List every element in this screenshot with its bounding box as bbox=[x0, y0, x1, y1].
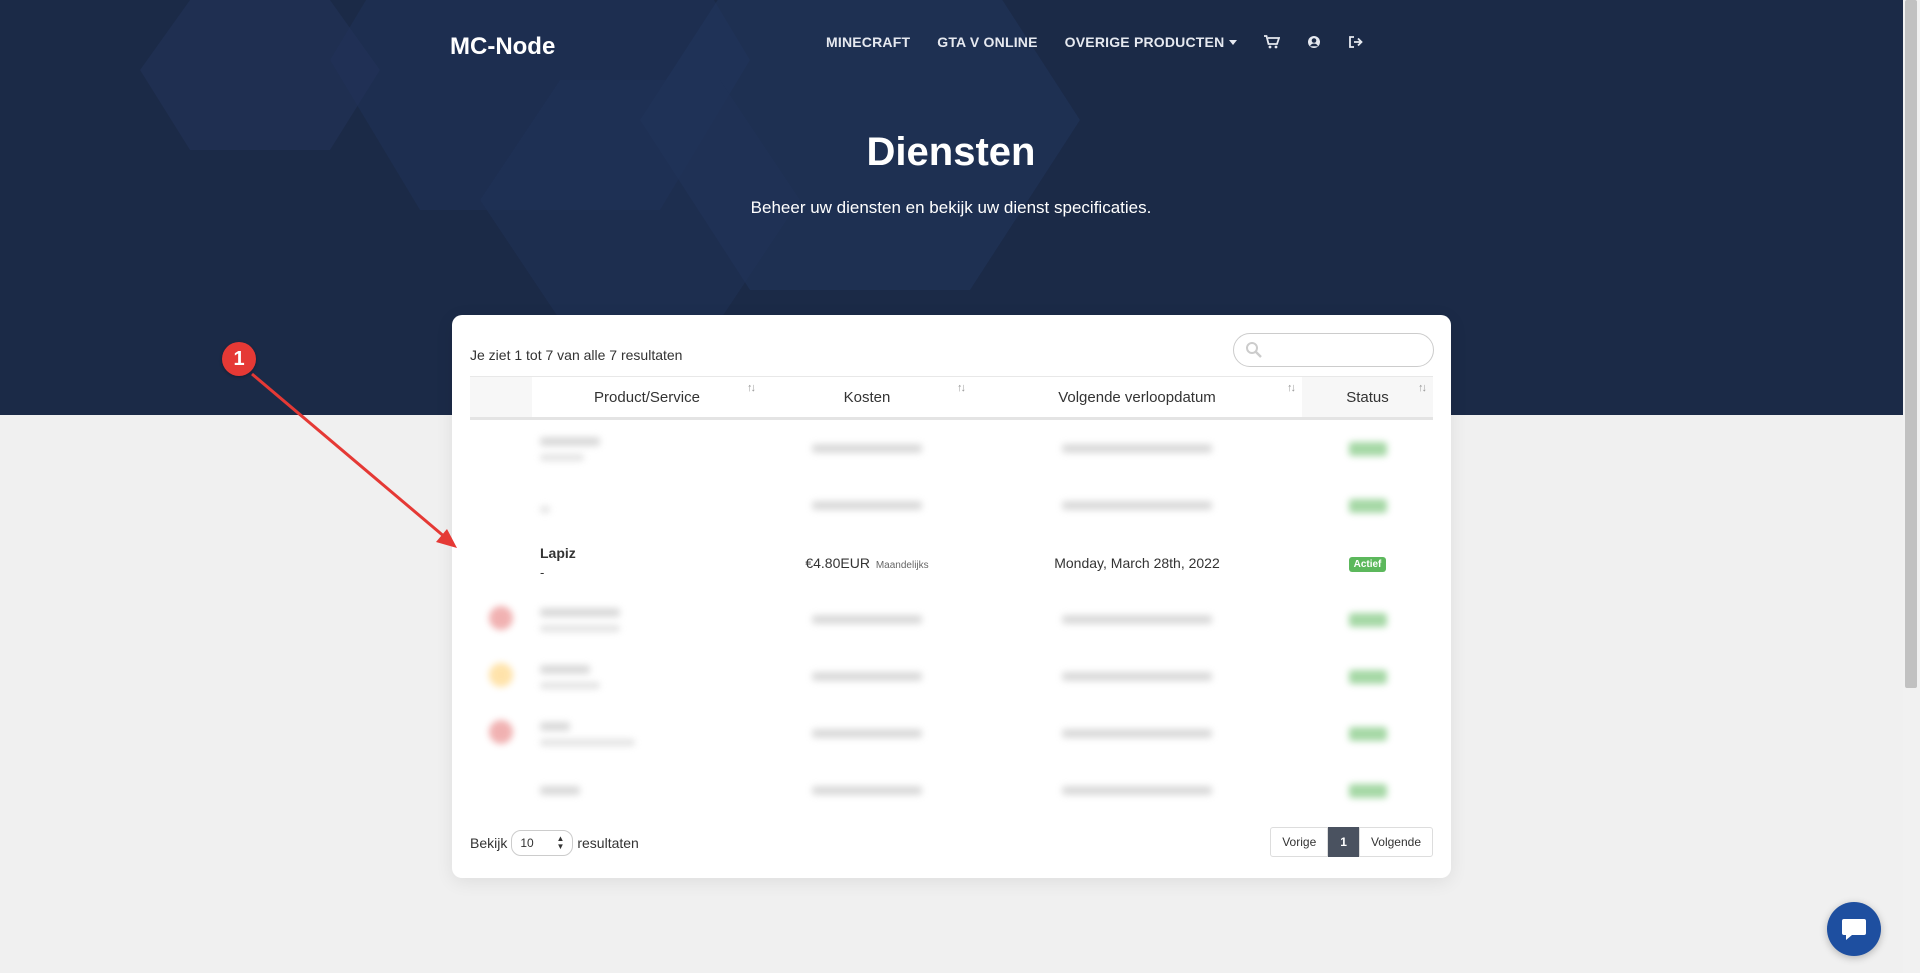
blurred-text bbox=[1062, 729, 1212, 738]
blurred-product-icon bbox=[489, 663, 513, 687]
blurred-text bbox=[1062, 615, 1212, 624]
sort-icon: ↑↓ bbox=[957, 382, 966, 394]
column-header-status-label: Status bbox=[1346, 388, 1389, 406]
blurred-badge bbox=[1348, 498, 1387, 513]
search-icon bbox=[1246, 342, 1262, 358]
navbar: MC-Node MINECRAFT GTA V ONLINE OVERIGE P… bbox=[0, 0, 1920, 90]
column-header-product-label: Product/Service bbox=[594, 388, 700, 406]
page-subtitle: Beheer uw diensten en bekijk uw dienst s… bbox=[750, 198, 1152, 217]
brand-logo[interactable]: MC-Node bbox=[450, 33, 555, 61]
blurred-text bbox=[1062, 672, 1212, 681]
table-row-blurred[interactable] bbox=[470, 762, 1433, 819]
column-header-due-date[interactable]: Volgende verloopdatum ↑↓ bbox=[972, 376, 1302, 420]
billing-cycle: Maandelijks bbox=[875, 559, 929, 571]
nav-item-other-products-label: OVERIGE PRODUCTEN bbox=[1064, 34, 1225, 50]
blurred-text bbox=[812, 672, 922, 681]
logout-icon[interactable] bbox=[1348, 35, 1364, 49]
page-title: Diensten bbox=[866, 130, 1036, 174]
select-arrows-icon: ▲ ▼ bbox=[556, 834, 565, 851]
blurred-text bbox=[812, 444, 922, 453]
page-scrollbar[interactable] bbox=[1903, 0, 1920, 973]
product-name: Lapiz bbox=[540, 545, 576, 561]
product-domain: - bbox=[540, 565, 545, 580]
blurred-product-icon bbox=[489, 606, 513, 630]
scrollbar-thumb[interactable] bbox=[1905, 0, 1917, 688]
page-length-select[interactable]: 10 ▲ ▼ bbox=[511, 830, 574, 856]
blurred-text bbox=[540, 607, 620, 617]
chat-button[interactable] bbox=[1827, 902, 1881, 956]
status-badge: Actief bbox=[1348, 556, 1387, 572]
blurred-text bbox=[1062, 786, 1212, 795]
table-row-blurred[interactable] bbox=[470, 705, 1433, 762]
table-row-blurred[interactable] bbox=[470, 477, 1433, 534]
services-table: Product/Service ↑↓ Kosten ↑↓ Volgende ve… bbox=[470, 376, 1433, 819]
page-button-current[interactable]: 1 bbox=[1328, 827, 1359, 857]
table-header-row: Product/Service ↑↓ Kosten ↑↓ Volgende ve… bbox=[470, 376, 1433, 420]
blurred-badge bbox=[1348, 441, 1387, 456]
blurred-badge bbox=[1348, 669, 1387, 684]
blurred-badge bbox=[1348, 726, 1387, 741]
services-card: Je ziet 1 tot 7 van alle 7 resultaten Pr… bbox=[452, 315, 1451, 878]
table-row-blurred[interactable] bbox=[470, 591, 1433, 648]
results-label: resultaten bbox=[577, 835, 639, 851]
blurred-text bbox=[540, 624, 620, 632]
blurred-text bbox=[540, 664, 590, 674]
column-header-due-date-label: Volgende verloopdatum bbox=[1058, 388, 1216, 406]
column-header-status[interactable]: Status ↑↓ bbox=[1302, 376, 1433, 420]
table-row-blurred[interactable] bbox=[470, 419, 1433, 478]
search-input[interactable] bbox=[1272, 340, 1426, 362]
next-due-date: Monday, March 28th, 2022 bbox=[972, 534, 1302, 591]
page-length-control: Bekijk 10 ▲ ▼ resultaten bbox=[470, 830, 639, 856]
column-header-cost-label: Kosten bbox=[843, 388, 891, 406]
page-length-label: Bekijk bbox=[470, 835, 508, 851]
blurred-text bbox=[540, 436, 600, 446]
next-page-button[interactable]: Volgende bbox=[1358, 827, 1433, 857]
table-row-lapiz[interactable]: Lapiz - €4.80EUR Maandelijks Monday, Mar… bbox=[470, 534, 1433, 591]
column-header-cost[interactable]: Kosten ↑↓ bbox=[762, 376, 972, 420]
blurred-text bbox=[812, 615, 922, 624]
sort-icon: ↑↓ bbox=[1418, 382, 1427, 394]
user-circle-icon[interactable] bbox=[1307, 35, 1321, 49]
chat-bubble-icon bbox=[1842, 919, 1866, 940]
blurred-text bbox=[812, 786, 922, 795]
cart-icon[interactable] bbox=[1264, 35, 1281, 49]
sort-icon: ↑↓ bbox=[1287, 382, 1296, 394]
nav-item-other-products[interactable]: OVERIGE PRODUCTEN bbox=[1065, 34, 1238, 50]
nav-item-gta[interactable]: GTA V ONLINE bbox=[937, 34, 1037, 50]
annotation-marker: 1 bbox=[222, 342, 256, 376]
sort-asc-icon: ↑↓ bbox=[747, 382, 756, 394]
table-row-blurred[interactable] bbox=[470, 648, 1433, 705]
pagination: Vorige 1 Volgende bbox=[1270, 827, 1433, 857]
column-header-product[interactable]: Product/Service ↑↓ bbox=[532, 376, 762, 420]
blurred-text bbox=[540, 453, 584, 461]
caret-down-icon bbox=[1229, 39, 1238, 45]
product-cost: €4.80EUR bbox=[805, 554, 870, 571]
blurred-badge bbox=[1348, 612, 1387, 627]
nav-item-minecraft[interactable]: MINECRAFT bbox=[826, 34, 910, 50]
blurred-product-icon bbox=[489, 720, 513, 744]
blurred-text bbox=[540, 681, 600, 689]
results-info: Je ziet 1 tot 7 van alle 7 resultaten bbox=[470, 347, 683, 363]
column-header-icon bbox=[470, 376, 532, 420]
blurred-text bbox=[540, 738, 635, 746]
blurred-text bbox=[1062, 501, 1212, 510]
previous-page-button[interactable]: Vorige bbox=[1270, 827, 1329, 857]
blurred-text bbox=[812, 729, 922, 738]
blurred-badge bbox=[1348, 783, 1387, 798]
search-field[interactable] bbox=[1233, 333, 1434, 367]
blurred-text bbox=[1062, 444, 1212, 453]
nav-links: MINECRAFT GTA V ONLINE OVERIGE PRODUCTEN bbox=[826, 34, 1390, 50]
blurred-text bbox=[812, 501, 922, 510]
blurred-text bbox=[540, 721, 570, 731]
blurred-text bbox=[540, 786, 580, 795]
blurred-text bbox=[540, 506, 550, 513]
page-length-value: 10 bbox=[520, 836, 534, 850]
